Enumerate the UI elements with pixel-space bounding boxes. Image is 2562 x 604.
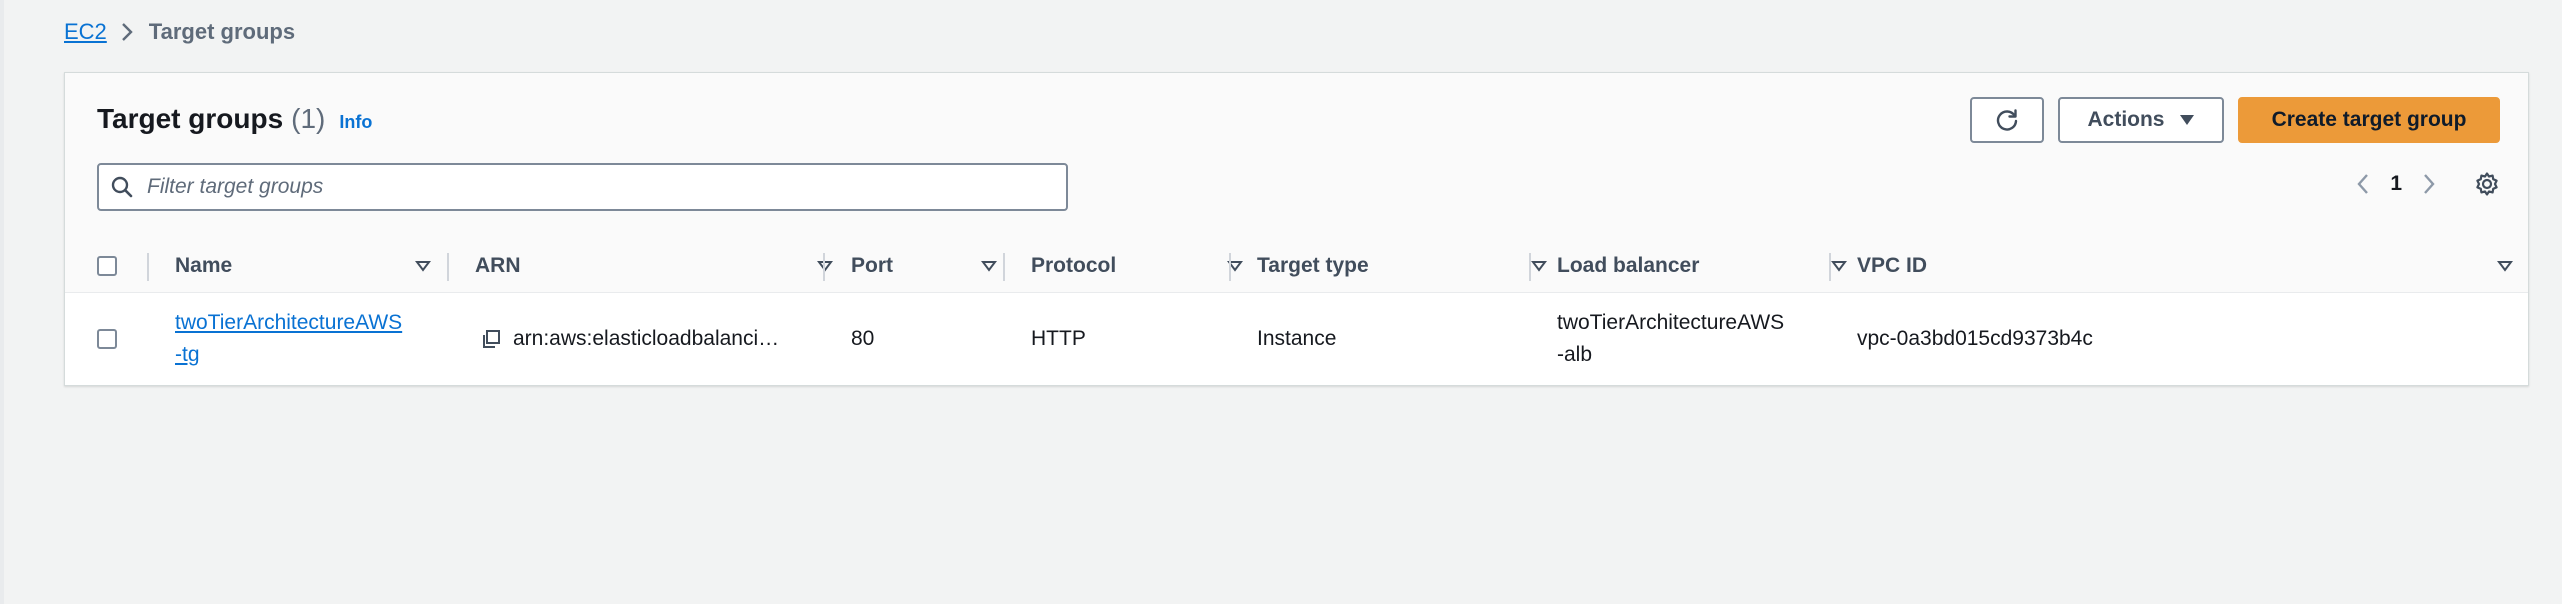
column-header-label: Load balancer bbox=[1557, 253, 1700, 277]
page-title: Target groups bbox=[97, 103, 284, 134]
arn-value: arn:aws:elasticloadbalanci… bbox=[513, 327, 780, 350]
chevron-left-icon[interactable] bbox=[2356, 173, 2370, 195]
panel-header: Target groups (1) Info bbox=[97, 103, 372, 135]
column-divider bbox=[447, 253, 449, 281]
column-divider bbox=[1003, 253, 1005, 281]
column-header-label: ARN bbox=[475, 253, 521, 277]
target-groups-panel: Target groups (1) Info Actions Create ta bbox=[64, 72, 2529, 386]
column-divider bbox=[1229, 253, 1231, 281]
target-group-name-link[interactable]: twoTierArchitectureAWS -tg bbox=[175, 307, 402, 371]
gear-icon[interactable] bbox=[2474, 171, 2500, 197]
current-page-number[interactable]: 1 bbox=[2390, 172, 2402, 196]
column-header-label: Target type bbox=[1257, 253, 1369, 277]
row-checkbox[interactable] bbox=[97, 329, 117, 349]
create-target-group-button[interactable]: Create target group bbox=[2238, 97, 2500, 143]
breadcrumb-ec2-link[interactable]: EC2 bbox=[64, 18, 107, 46]
cell-load-balancer: twoTierArchitectureAWS -alb bbox=[1557, 293, 1827, 385]
sort-caret-icon bbox=[1831, 260, 1847, 272]
column-header-vpc-id[interactable]: VPC ID bbox=[1857, 239, 2527, 292]
column-divider bbox=[1829, 253, 1831, 281]
refresh-button[interactable] bbox=[1970, 97, 2044, 143]
target-group-name-line1: twoTierArchitectureAWS bbox=[175, 311, 403, 334]
actions-dropdown-button[interactable]: Actions bbox=[2058, 97, 2224, 143]
search-input[interactable] bbox=[145, 174, 1029, 200]
item-count: (1) bbox=[291, 103, 326, 134]
caret-down-icon bbox=[2179, 114, 2195, 126]
table-header-row: Name ARN Port Protocol Target type Load … bbox=[65, 239, 2528, 293]
sort-caret-icon bbox=[817, 260, 833, 272]
cell-protocol: HTTP bbox=[1031, 293, 1231, 385]
chevron-right-icon[interactable] bbox=[2422, 173, 2436, 195]
load-balancer-line2: -alb bbox=[1557, 343, 1593, 366]
cell-arn: arn:aws:elasticloadbalanci… bbox=[481, 293, 821, 385]
target-group-name-line2: -tg bbox=[175, 343, 200, 366]
select-all-cell bbox=[97, 239, 137, 292]
breadcrumb: EC2 Target groups bbox=[64, 18, 295, 46]
pagination: 1 bbox=[2356, 171, 2500, 197]
chevron-right-icon bbox=[121, 22, 133, 42]
search-icon bbox=[111, 176, 133, 198]
row-select-cell bbox=[97, 293, 137, 385]
page: EC2 Target groups Target groups (1) Info bbox=[0, 0, 2562, 604]
column-divider bbox=[1529, 253, 1531, 281]
refresh-icon bbox=[1994, 107, 2020, 133]
load-balancer-value: twoTierArchitectureAWS -alb bbox=[1557, 307, 1784, 371]
column-header-label: VPC ID bbox=[1857, 253, 1928, 277]
select-all-checkbox[interactable] bbox=[97, 255, 117, 276]
sort-caret-icon bbox=[981, 260, 997, 272]
cell-port: 80 bbox=[851, 293, 1001, 385]
column-header-load-balancer[interactable]: Load balancer bbox=[1557, 239, 1861, 292]
filter-target-groups-field[interactable] bbox=[97, 163, 1068, 211]
copy-icon[interactable] bbox=[481, 329, 501, 349]
column-header-target-type[interactable]: Target type bbox=[1257, 239, 1561, 292]
sort-caret-icon bbox=[1531, 260, 1547, 272]
sort-caret-icon bbox=[2497, 260, 2513, 272]
column-divider bbox=[147, 253, 149, 281]
table-row[interactable]: twoTierArchitectureAWS -tg arn:aws:elast… bbox=[65, 293, 2528, 385]
protocol-value: HTTP bbox=[1031, 327, 1086, 350]
cell-name: twoTierArchitectureAWS -tg bbox=[175, 293, 445, 385]
vpc-id-value: vpc-0a3bd015cd9373b4c bbox=[1857, 327, 2093, 350]
actions-button-label: Actions bbox=[2087, 108, 2165, 131]
sort-caret-icon bbox=[415, 260, 431, 272]
target-type-value: Instance bbox=[1257, 327, 1337, 350]
column-header-label: Port bbox=[851, 253, 893, 277]
cell-target-type: Instance bbox=[1257, 293, 1527, 385]
column-header-label: Protocol bbox=[1031, 253, 1117, 277]
column-header-port[interactable]: Port bbox=[851, 239, 1011, 292]
column-divider bbox=[823, 253, 825, 281]
breadcrumb-current: Target groups bbox=[148, 19, 296, 44]
column-header-protocol[interactable]: Protocol bbox=[1031, 239, 1257, 292]
column-header-name[interactable]: Name bbox=[175, 239, 445, 292]
header-actions: Actions Create target group bbox=[1970, 97, 2500, 143]
column-header-arn[interactable]: ARN bbox=[475, 239, 847, 292]
info-link[interactable]: Info bbox=[339, 112, 372, 133]
column-header-label: Name bbox=[175, 253, 233, 277]
cell-vpc-id: vpc-0a3bd015cd9373b4c bbox=[1857, 293, 2357, 385]
port-value: 80 bbox=[851, 327, 875, 350]
load-balancer-line1: twoTierArchitectureAWS bbox=[1557, 311, 1785, 334]
